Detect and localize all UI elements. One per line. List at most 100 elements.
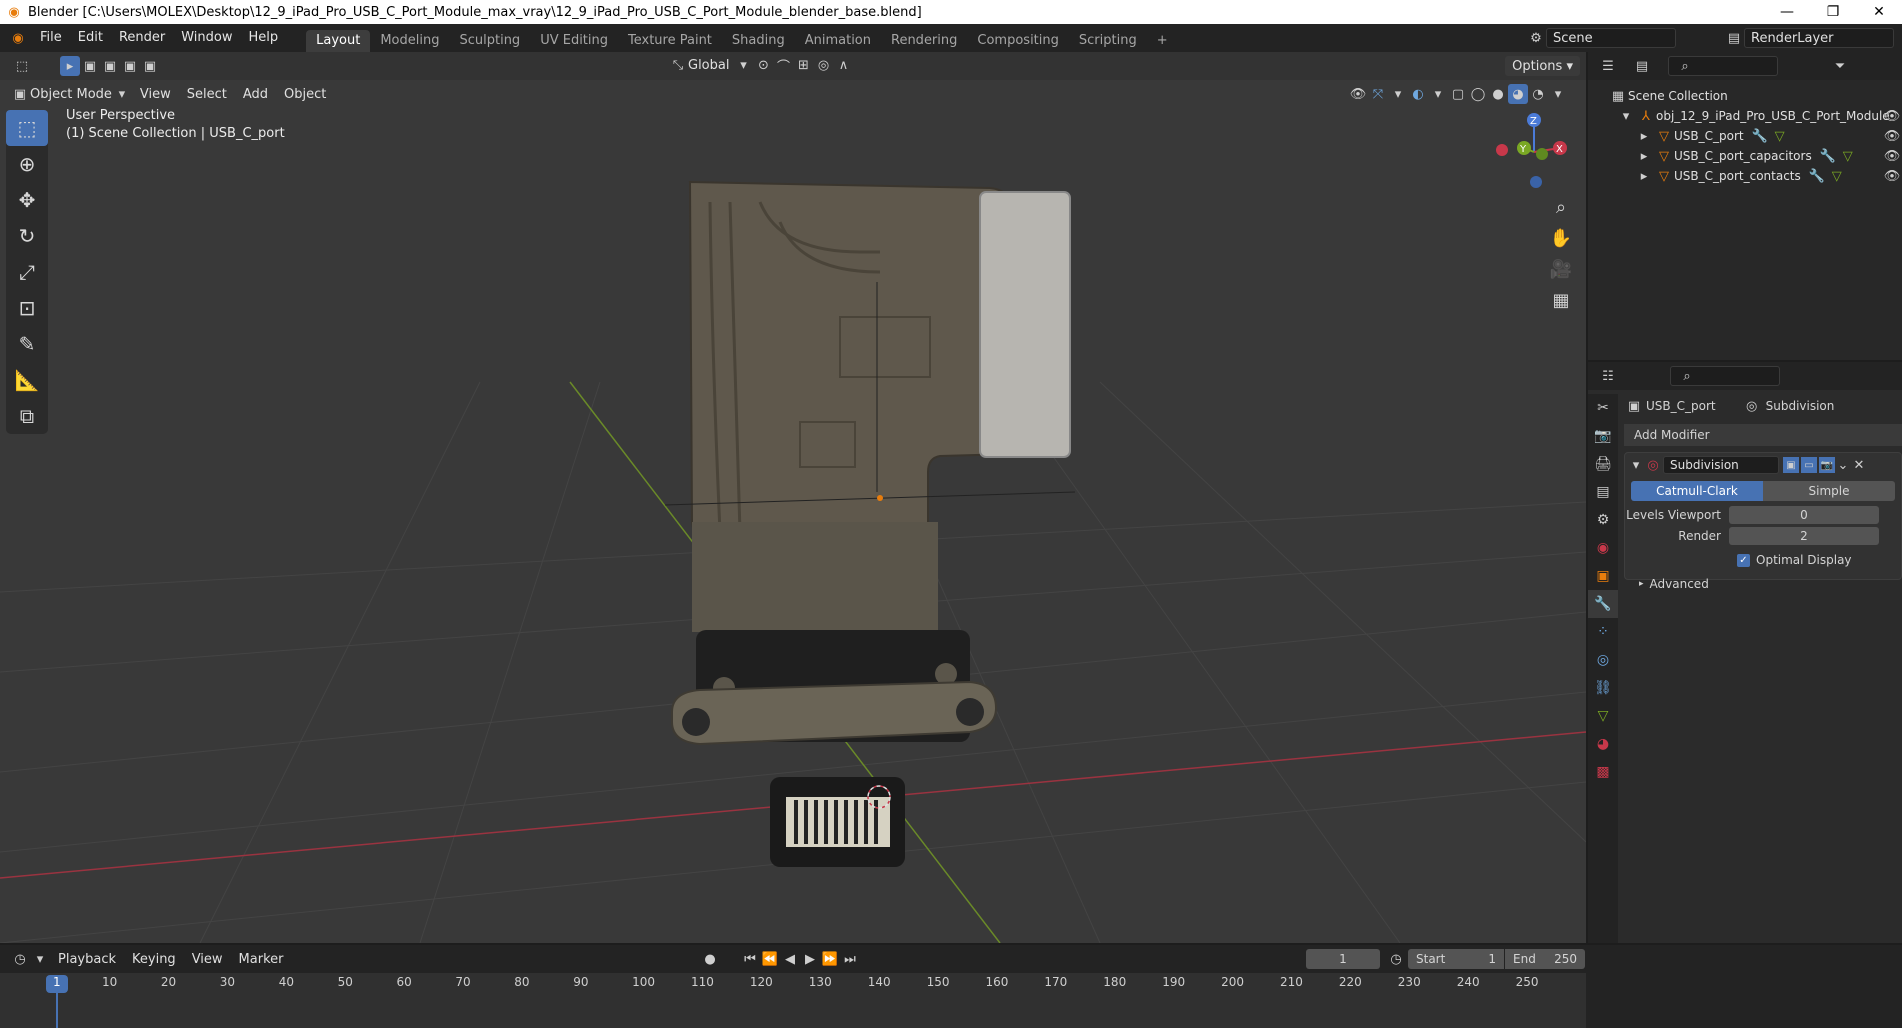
child-visibility-icon[interactable]: 👁 xyxy=(1882,166,1902,186)
properties-search-input[interactable]: ⌕ xyxy=(1670,366,1780,386)
data-tab-icon[interactable]: ▽ xyxy=(1588,702,1618,730)
object-tab-icon[interactable]: ▣ xyxy=(1588,562,1618,590)
jump-start-icon[interactable]: ⏮ xyxy=(740,949,760,969)
constraints-tab-icon[interactable]: ⛓ xyxy=(1588,674,1618,702)
outliner-child-row[interactable]: ▸ ▽ USB_C_port 🔧 ▽ 👁 xyxy=(1634,126,1901,146)
select-mode-new-icon[interactable]: ▣ xyxy=(80,56,100,76)
optimal-display-checkbox[interactable]: ✓ xyxy=(1737,553,1750,567)
orientation-dropdown-icon[interactable]: ▾ xyxy=(733,55,753,75)
tab-sculpting[interactable]: Sculpting xyxy=(449,30,530,52)
outliner-editor-icon[interactable]: ☰ xyxy=(1598,56,1618,76)
tab-texture-paint[interactable]: Texture Paint xyxy=(618,30,722,52)
child-visibility-icon[interactable]: 👁 xyxy=(1882,126,1902,146)
add-workspace-button[interactable]: + xyxy=(1147,30,1178,52)
disclosure-triangle-icon[interactable]: ▸ xyxy=(1634,126,1654,146)
pan-hand-icon[interactable]: ✋ xyxy=(1546,223,1576,253)
select-mode-invert-icon[interactable]: ▣ xyxy=(140,56,160,76)
edit-mode-toggle-icon[interactable]: ▣ xyxy=(1783,457,1799,473)
view-layer-tab-icon[interactable]: ▤ xyxy=(1588,478,1618,506)
outliner-object-row[interactable]: ▾ ⅄ obj_12_9_iPad_Pro_USB_C_Port_Module … xyxy=(1616,106,1901,126)
measure-tool-icon[interactable]: 📐 xyxy=(6,362,48,398)
editor-type-icon[interactable]: ⬚ xyxy=(12,56,32,76)
gizmo-neg-z[interactable] xyxy=(1530,176,1542,188)
timeline-menu-marker[interactable]: Marker xyxy=(231,952,292,967)
solid-shading-icon[interactable]: ● xyxy=(1488,84,1508,104)
tab-shading[interactable]: Shading xyxy=(722,30,795,52)
levels-viewport-field[interactable]: 0 xyxy=(1729,506,1879,524)
zoom-icon[interactable]: ⌕ xyxy=(1546,192,1576,222)
menu-render[interactable]: Render xyxy=(111,24,173,52)
tab-rendering[interactable]: Rendering xyxy=(881,30,967,52)
transform-tool-icon[interactable]: ⊡ xyxy=(6,290,48,326)
gizmo-toggle-icon[interactable]: ⤧ xyxy=(1368,84,1388,104)
timeline-editor-dropdown-icon[interactable]: ▾ xyxy=(30,949,50,969)
timeline-editor-icon[interactable]: ◷ xyxy=(10,949,30,969)
viewport-menu-object[interactable]: Object xyxy=(276,87,334,102)
menu-window[interactable]: Window xyxy=(173,24,240,52)
tab-compositing[interactable]: Compositing xyxy=(967,30,1069,52)
output-tab-icon[interactable]: 🖨 xyxy=(1588,450,1618,478)
texture-tab-icon[interactable]: ▩ xyxy=(1588,758,1618,786)
tab-layout[interactable]: Layout xyxy=(306,30,371,52)
render-layer-field[interactable]: RenderLayer xyxy=(1744,28,1894,48)
menu-edit[interactable]: Edit xyxy=(70,24,111,52)
mode-dropdown-icon[interactable]: ▾ xyxy=(112,84,132,104)
rendered-shading-icon[interactable]: ◔ xyxy=(1528,84,1548,104)
play-reverse-icon[interactable]: ◀ xyxy=(780,949,800,969)
overlays-icon[interactable]: ◐ xyxy=(1408,84,1428,104)
frame-ruler[interactable]: 1 10 20 30 40 50 60 70 80 90 100 110 120 130 140 150 160… xyxy=(0,973,1586,1028)
select-mode-subtract-icon[interactable]: ▣ xyxy=(120,56,140,76)
object-mode-select[interactable]: Object Mode xyxy=(30,87,112,102)
add-modifier-button[interactable]: Add Modifier xyxy=(1624,424,1902,446)
cursor-tool-icon[interactable]: ⊕ xyxy=(6,146,48,182)
modifier-name-field[interactable]: Subdivision xyxy=(1663,456,1779,474)
tab-scripting[interactable]: Scripting xyxy=(1069,30,1147,52)
menu-file[interactable]: File xyxy=(32,24,70,52)
scene-tab-icon[interactable]: ⚙ xyxy=(1588,506,1618,534)
render-levels-field[interactable]: 2 xyxy=(1729,527,1879,545)
outliner-search-input[interactable]: ⌕ xyxy=(1668,56,1778,76)
material-tab-icon[interactable]: ◕ xyxy=(1588,730,1618,758)
disclosure-triangle-icon[interactable]: ▸ xyxy=(1634,166,1654,186)
modifier-menu-icon[interactable]: ⌄ xyxy=(1835,455,1851,475)
restore-button[interactable]: ❐ xyxy=(1810,0,1856,24)
disclosure-triangle-icon[interactable]: ▾ xyxy=(1616,106,1636,126)
options-button[interactable]: Options ▾ xyxy=(1505,56,1580,76)
jump-keyframe-forward-icon[interactable]: ⏩ xyxy=(820,949,840,969)
viewport-menu-select[interactable]: Select xyxy=(179,87,235,102)
child-visibility-icon[interactable]: 👁 xyxy=(1882,146,1902,166)
menu-help[interactable]: Help xyxy=(241,24,287,52)
viewport-menu-add[interactable]: Add xyxy=(235,87,276,102)
overlays-dropdown-icon[interactable]: ▾ xyxy=(1428,84,1448,104)
ortho-grid-icon[interactable]: ▦ xyxy=(1546,285,1576,315)
move-tool-icon[interactable]: ✥ xyxy=(6,182,48,218)
viewport-toggle-icon[interactable]: ▭ xyxy=(1801,457,1817,473)
close-window-button[interactable]: ✕ xyxy=(1856,0,1902,24)
material-shading-icon[interactable]: ◕ xyxy=(1508,84,1528,104)
particles-tab-icon[interactable]: ⁘ xyxy=(1588,618,1618,646)
scene-field[interactable]: Scene xyxy=(1546,28,1676,48)
world-tab-icon[interactable]: ◉ xyxy=(1588,534,1618,562)
simple-button[interactable]: Simple xyxy=(1763,481,1895,501)
auto-keying-icon[interactable]: ● xyxy=(700,949,720,969)
gizmo-neg-y[interactable] xyxy=(1536,148,1548,160)
select-tool-icon[interactable]: ⬚ xyxy=(6,110,48,146)
render-tab-icon[interactable]: 📷 xyxy=(1588,422,1618,450)
transform-orientation[interactable]: Global xyxy=(688,58,729,73)
tab-modeling[interactable]: Modeling xyxy=(370,30,449,52)
minimize-button[interactable]: — xyxy=(1764,0,1810,24)
disclosure-triangle-icon[interactable]: ▸ xyxy=(1634,146,1654,166)
outliner-child-row[interactable]: ▸ ▽ USB_C_port_capacitors 🔧 ▽ 👁 xyxy=(1634,146,1901,166)
blender-menu-icon[interactable]: ◉ xyxy=(8,28,28,48)
panel-collapse-icon[interactable]: ▾ xyxy=(1629,455,1643,475)
physics-tab-icon[interactable]: ◎ xyxy=(1588,646,1618,674)
camera-view-icon[interactable]: 🎥 xyxy=(1546,254,1576,284)
add-cube-tool-icon[interactable]: ⧉ xyxy=(6,398,48,434)
modifier-tab-icon[interactable]: 🔧 xyxy=(1588,590,1618,618)
timeline-menu-playback[interactable]: Playback xyxy=(50,952,124,967)
select-mode-extend-icon[interactable]: ▣ xyxy=(100,56,120,76)
display-mode-icon[interactable]: ▤ xyxy=(1632,56,1652,76)
rotate-tool-icon[interactable]: ↻ xyxy=(6,218,48,254)
outliner-scene-collection[interactable]: ▦ Scene Collection xyxy=(1608,86,1728,106)
xray-icon[interactable]: ▢ xyxy=(1448,84,1468,104)
